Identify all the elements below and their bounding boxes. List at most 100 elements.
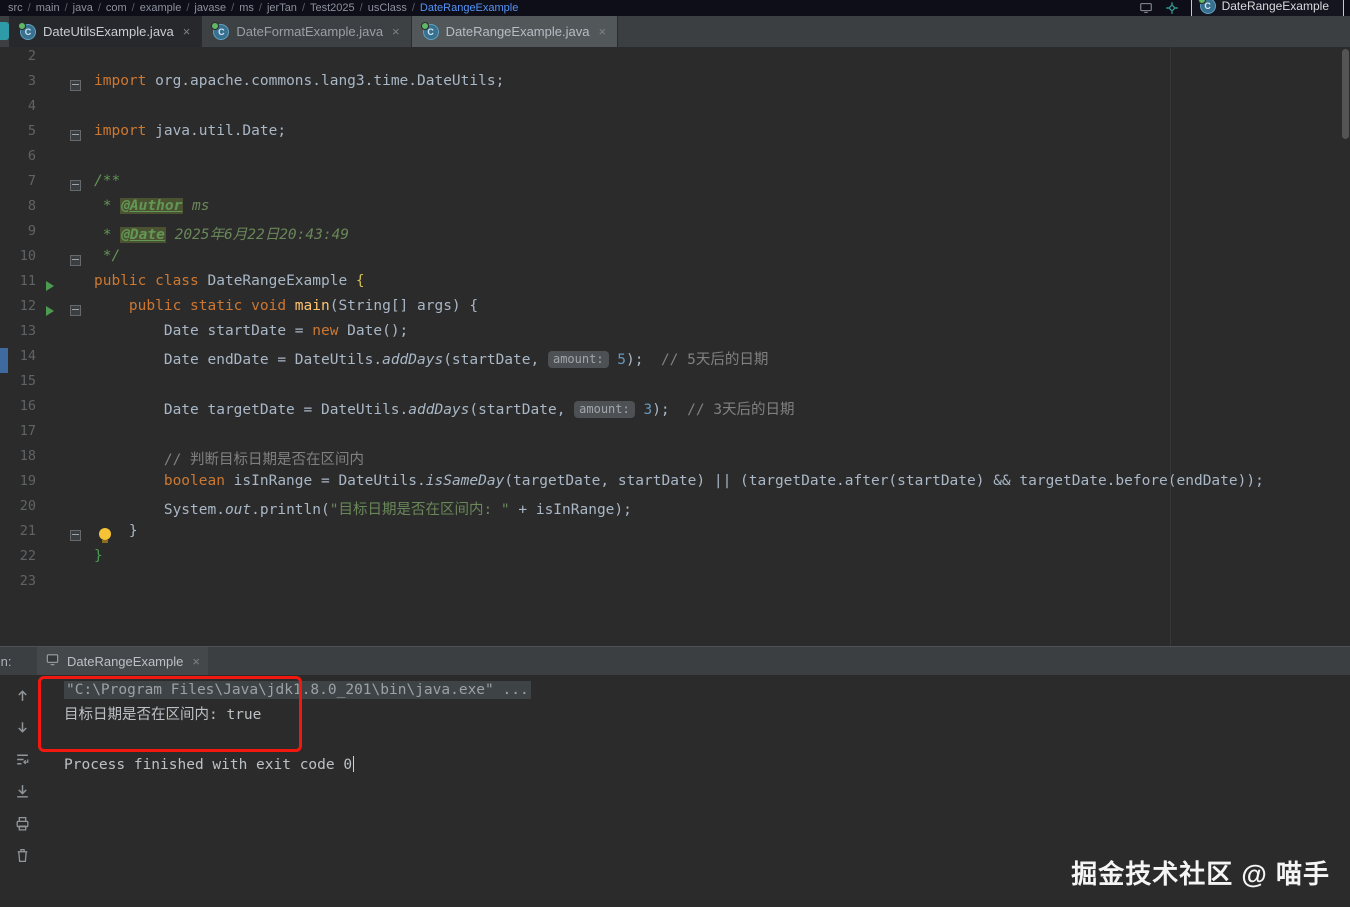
breadcrumb-segment[interactable]: java xyxy=(73,2,93,14)
gutter-edge xyxy=(0,398,8,423)
gutter-run-col xyxy=(36,98,64,123)
gutter-fold-col xyxy=(64,548,94,573)
console-toolbar xyxy=(14,687,31,864)
close-icon[interactable]: × xyxy=(598,24,606,39)
gutter-fold-col xyxy=(64,348,94,373)
java-class-icon: C xyxy=(420,21,439,40)
gutter-run-col xyxy=(36,523,64,548)
watermark: 掘金技术社区 @ 喵手 xyxy=(1071,859,1330,889)
gutter-run-col xyxy=(36,373,64,398)
scrollbar-thumb[interactable] xyxy=(1342,49,1349,139)
gutter-edge xyxy=(0,98,8,123)
gutter-edge xyxy=(0,173,8,198)
breadcrumb-segment[interactable]: src xyxy=(8,2,23,14)
fold-marker[interactable] xyxy=(64,248,94,273)
line-number: 6 xyxy=(27,148,36,164)
fold-marker[interactable] xyxy=(64,298,94,323)
code-line: 17 xyxy=(0,423,1350,448)
intention-bulb-icon[interactable] xyxy=(99,528,111,543)
fold-marker[interactable] xyxy=(64,523,94,548)
run-config-selector[interactable]: C DateRangeExample xyxy=(1190,0,1344,16)
gutter-run-col xyxy=(36,248,64,273)
gutter-fold-col xyxy=(64,448,94,473)
breadcrumb-segment[interactable]: Test2025 xyxy=(310,2,355,14)
fold-icon xyxy=(70,530,81,541)
editor-tab[interactable]: C DateFormatExample.java × xyxy=(202,16,412,47)
gutter-run-col xyxy=(36,73,64,98)
java-class-icon: C xyxy=(18,21,36,40)
close-icon[interactable]: × xyxy=(183,24,191,39)
code-area: 2 3 import org.apache.commons.lang3.time.D… xyxy=(0,48,1350,598)
line-number: 3 xyxy=(27,73,36,89)
topbar-right: C DateRangeExample xyxy=(1139,0,1350,16)
breadcrumb-segment[interactable]: example xyxy=(140,2,182,14)
breadcrumb-separator: / xyxy=(64,2,68,14)
code-line: 20 System.out.println("目标日期是否在区间内: " + i… xyxy=(0,498,1350,523)
gutter-edge xyxy=(0,248,8,273)
breadcrumb-segment[interactable]: javase xyxy=(194,2,226,14)
breadcrumb-separator: / xyxy=(27,2,31,14)
breadcrumb-separator: / xyxy=(186,2,190,14)
run-config-label: DateRangeExample xyxy=(1221,0,1329,13)
breadcrumb-segment[interactable]: usClass xyxy=(368,2,407,14)
tool-window-icon[interactable] xyxy=(0,22,9,40)
scroll-to-end-icon[interactable] xyxy=(14,783,31,800)
java-class-icon: C xyxy=(1197,0,1216,14)
code-text: } xyxy=(94,548,103,564)
console-output[interactable]: "C:\Program Files\Java\jdk1.8.0_201\bin\… xyxy=(64,678,1350,778)
code-text: public class DateRangeExample { xyxy=(94,273,365,289)
gutter-fold-col xyxy=(64,323,94,348)
line-number: 23 xyxy=(19,573,36,589)
line-number: 21 xyxy=(19,523,36,539)
fold-marker[interactable] xyxy=(64,123,94,148)
line-number: 5 xyxy=(27,123,36,139)
run-console-tab[interactable]: DateRangeExample × xyxy=(37,647,208,675)
run-panel-label: Run: xyxy=(0,653,12,669)
down-arrow-icon[interactable] xyxy=(14,719,31,736)
breadcrumb-segment[interactable]: jerTan xyxy=(267,2,297,14)
code-line: 6 xyxy=(0,148,1350,173)
code-line: 23 xyxy=(0,573,1350,598)
code-line: 16 Date targetDate = DateUtils.addDays(s… xyxy=(0,398,1350,423)
monitor-icon[interactable] xyxy=(1139,1,1153,15)
gutter-edge xyxy=(0,523,8,548)
tab-label: DateUtilsExample.java xyxy=(43,24,174,39)
run-line-gutter[interactable] xyxy=(36,298,64,323)
fold-marker[interactable] xyxy=(64,173,94,198)
editor-tab[interactable]: C DateUtilsExample.java × xyxy=(9,16,203,47)
breadcrumb-segment[interactable]: ms xyxy=(239,2,254,14)
soft-wrap-icon[interactable] xyxy=(14,751,31,768)
line-number: 20 xyxy=(19,498,36,514)
gutter-run-col xyxy=(36,198,64,223)
gutter-edge xyxy=(0,298,8,323)
code-line: 12 public static void main(String[] args… xyxy=(0,298,1350,323)
text-caret xyxy=(353,756,355,772)
breadcrumb-separator: / xyxy=(411,2,415,14)
locate-icon[interactable] xyxy=(1165,1,1179,15)
fold-icon xyxy=(70,130,81,141)
gutter-fold-col xyxy=(64,48,94,73)
gutter-fold-col xyxy=(64,198,94,223)
up-arrow-icon[interactable] xyxy=(14,687,31,704)
run-line-gutter[interactable] xyxy=(36,273,64,298)
code-text: import java.util.Date; xyxy=(94,123,287,139)
gutter-fold-col xyxy=(64,273,94,298)
gutter-fold-col xyxy=(64,373,94,398)
code-text: boolean isInRange = DateUtils.isSameDay(… xyxy=(163,473,1264,489)
breadcrumb-segment[interactable]: com xyxy=(106,2,127,14)
fold-marker[interactable] xyxy=(64,73,94,98)
console-icon xyxy=(45,652,60,670)
close-icon[interactable]: × xyxy=(192,654,200,669)
breadcrumb-current[interactable]: DateRangeExample xyxy=(420,2,518,14)
code-line: 3 import org.apache.commons.lang3.time.Da… xyxy=(0,73,1350,98)
editor-tab[interactable]: C DateRangeExample.java × xyxy=(411,16,619,47)
gutter-run-col xyxy=(36,423,64,448)
java-class-icon: C xyxy=(211,21,230,40)
clear-icon[interactable] xyxy=(14,847,31,864)
editor-tab-bar: C DateUtilsExample.java × C DateFormatExampl… xyxy=(0,16,1350,47)
breadcrumb-segment[interactable]: main xyxy=(36,2,60,14)
gutter-edge xyxy=(0,423,8,448)
print-icon[interactable] xyxy=(14,815,31,832)
close-icon[interactable]: × xyxy=(392,24,400,39)
code-editor[interactable]: 2 3 import org.apache.commons.lang3.time.D… xyxy=(0,47,1350,646)
